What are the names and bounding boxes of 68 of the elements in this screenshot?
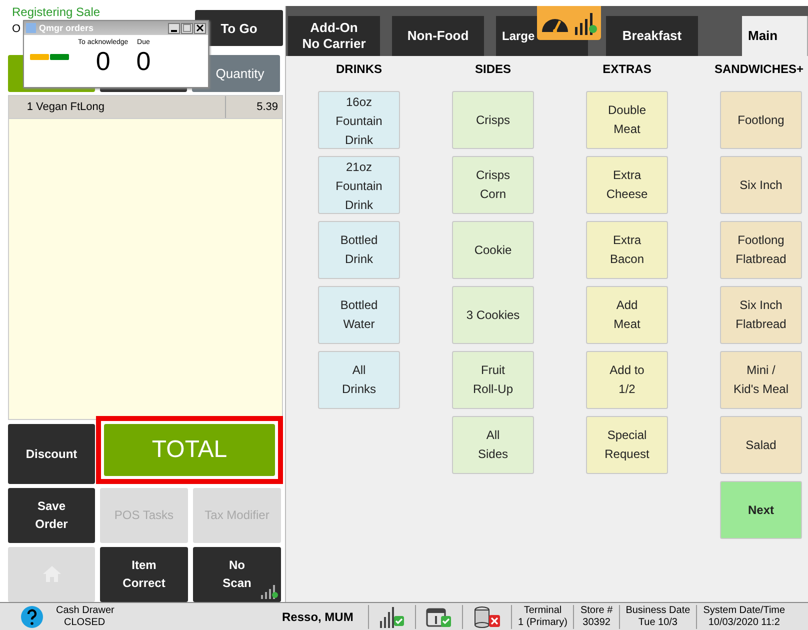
counter-value: 0: [96, 46, 110, 76]
menu-item-button[interactable]: All Sides: [452, 416, 534, 474]
close-button[interactable]: [194, 22, 206, 34]
menu-item-button[interactable]: 16oz Fountain Drink: [318, 91, 400, 149]
menu-item-button[interactable]: Special Request: [586, 416, 668, 474]
menu-item-button[interactable]: Add Meat: [586, 286, 668, 344]
help-icon[interactable]: [20, 604, 44, 628]
signal-icon: [260, 582, 278, 599]
database-icon: [473, 606, 501, 628]
status-value: 1 (Primary): [518, 616, 568, 628]
item-name: Vegan FtLong: [36, 96, 226, 118]
menu-item-button[interactable]: Cookie: [452, 221, 534, 279]
calendar-icon: [426, 606, 452, 628]
menu-item-button[interactable]: Mini / Kid's Meal: [720, 351, 802, 409]
category-tab[interactable]: Add-On No Carrier: [288, 16, 380, 56]
menu-item-button[interactable]: Double Meat: [586, 91, 668, 149]
signal-icon: [574, 11, 598, 35]
cash-drawer-state: CLOSED: [63, 616, 106, 628]
counter-value: 0: [136, 46, 151, 76]
status-value: Tue 10/3: [638, 616, 678, 628]
menu-item-button[interactable]: 21oz Fountain Drink: [318, 156, 400, 214]
logo-icon: [30, 52, 70, 62]
signal-icon: [379, 606, 405, 628]
action-button[interactable]: Item Correct: [100, 546, 188, 602]
menu-item-button[interactable]: Extra Cheese: [586, 156, 668, 214]
app-icon: [26, 23, 36, 33]
status-label: Business Date: [626, 604, 690, 616]
menu-item-button[interactable]: Six Inch Flatbread: [720, 286, 802, 344]
menu-item-button[interactable]: Extra Bacon: [586, 221, 668, 279]
menu-item-button[interactable]: All Drinks: [318, 351, 400, 409]
action-button[interactable]: Save Order: [8, 488, 95, 543]
minimize-button[interactable]: [168, 22, 180, 34]
menu-item-button[interactable]: Fruit Roll-Up: [452, 351, 534, 409]
menu-item-button[interactable]: Add to 1/2: [586, 351, 668, 409]
category-tab[interactable]: Non-Food: [392, 16, 484, 56]
menu-item-button[interactable]: Six Inch: [720, 156, 802, 214]
menu-item-button[interactable]: Crisps: [452, 91, 534, 149]
menu-item-button[interactable]: Crisps Corn: [452, 156, 534, 214]
order-row[interactable]: 1 Vegan FtLong 5.39: [9, 96, 282, 120]
action-button[interactable]: Discount: [8, 424, 95, 484]
column-heading: SANDWICHES+: [714, 61, 804, 78]
item-quantity: 1: [26, 101, 34, 114]
column-heading: SIDES: [474, 61, 511, 78]
user-name: Resso, MUM: [282, 610, 354, 624]
status-label: Store #: [580, 604, 613, 616]
menu-item-button[interactable]: Footlong Flatbread: [720, 221, 802, 279]
category-tab[interactable]: Breakfast: [606, 16, 698, 56]
status-label: System Date/Time: [703, 604, 786, 616]
close-icon: [196, 24, 204, 32]
status-value: 30392: [582, 616, 610, 628]
status-label: Terminal: [524, 604, 562, 616]
column-heading: DRINKS: [336, 61, 382, 78]
menu-item-button[interactable]: 3 Cookies: [452, 286, 534, 344]
next-button[interactable]: Next: [720, 481, 802, 539]
maximize-icon: [183, 24, 191, 32]
item-price: 5.39: [256, 101, 279, 114]
category-tab[interactable]: Main: [742, 16, 808, 56]
window-title: Qmgr orders: [39, 23, 95, 33]
menu-item-button[interactable]: Bottled Water: [318, 286, 400, 344]
menu-item-button[interactable]: Bottled Drink: [318, 221, 400, 279]
cash-drawer-label: Cash Drawer: [56, 604, 114, 616]
menu-item-button[interactable]: Salad: [720, 416, 802, 474]
sale-subtitle: O: [12, 23, 21, 35]
status-value: 10/03/2020 11:2: [708, 616, 780, 628]
menu-item-button[interactable]: Footlong: [720, 91, 802, 149]
sale-status-title: Registering Sale: [12, 6, 100, 19]
action-button[interactable]: No Scan: [193, 546, 281, 602]
column-heading: EXTRAS: [602, 61, 652, 78]
